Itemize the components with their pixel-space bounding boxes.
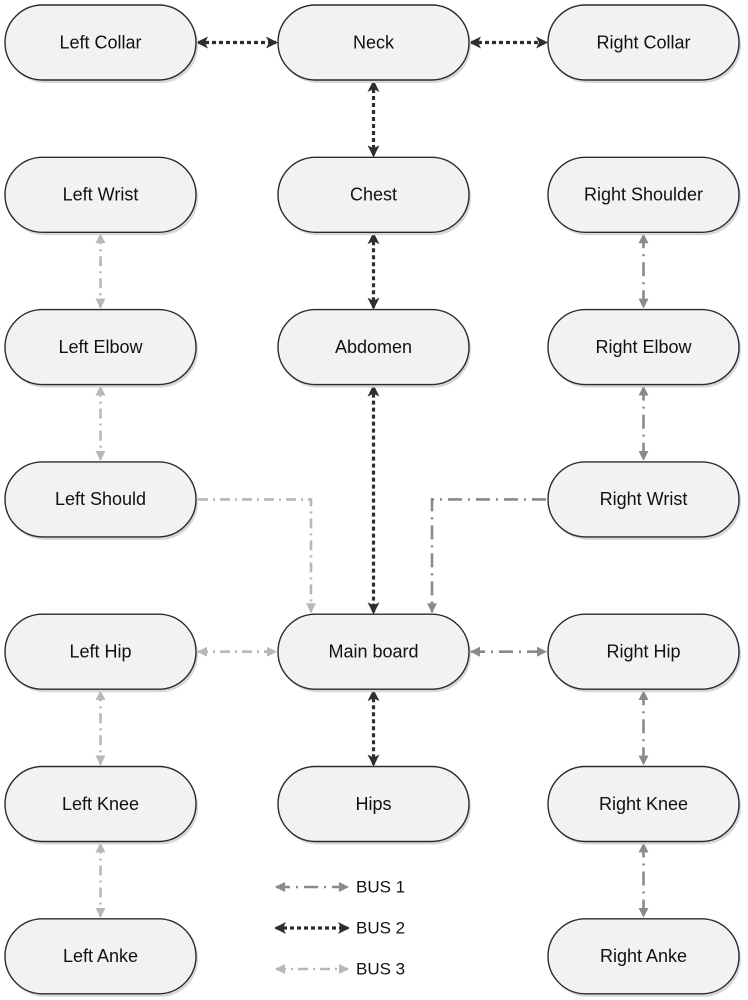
node-right-elbow: Right Elbow bbox=[547, 308, 741, 388]
node-right-collar: Right Collar bbox=[547, 4, 741, 83]
node-label: Left Collar bbox=[59, 32, 141, 52]
node-label: Hips bbox=[355, 794, 391, 814]
node-chest: Chest bbox=[277, 156, 471, 236]
node-right-hip: Right Hip bbox=[547, 613, 741, 693]
legend-item-bus2: BUS 2 bbox=[274, 918, 405, 937]
node-left-hip: Left Hip bbox=[4, 613, 198, 693]
node-right-wrist: Right Wrist bbox=[547, 461, 741, 540]
node-label: Left Wrist bbox=[63, 185, 139, 205]
node-main-board: Main board bbox=[277, 613, 471, 693]
node-label: Right Elbow bbox=[595, 337, 692, 357]
legend-label: BUS 1 bbox=[356, 877, 405, 896]
node-label: Right Anke bbox=[600, 946, 687, 966]
node-left-anke: Left Anke bbox=[4, 918, 198, 997]
connection-right-wrist-to-main-board bbox=[427, 498, 546, 614]
node-abdomen: Abdomen bbox=[277, 308, 471, 388]
node-left-wrist: Left Wrist bbox=[4, 156, 198, 236]
legend-label: BUS 3 bbox=[356, 959, 405, 978]
legend-label: BUS 2 bbox=[356, 918, 405, 937]
node-label: Chest bbox=[350, 185, 397, 205]
node-label: Left Should bbox=[55, 489, 146, 509]
node-label: Left Hip bbox=[69, 641, 131, 661]
node-label: Right Wrist bbox=[600, 489, 688, 509]
node-label: Neck bbox=[353, 32, 395, 52]
node-label: Right Hip bbox=[606, 641, 680, 661]
node-right-anke: Right Anke bbox=[547, 918, 741, 997]
node-label: Left Anke bbox=[63, 946, 138, 966]
legend-item-bus1: BUS 1 bbox=[275, 877, 405, 896]
node-label: Main board bbox=[328, 641, 418, 661]
node-hips: Hips bbox=[277, 765, 471, 845]
bus-topology-diagram: Left Collar Neck Right Collar Left Wrist Che… bbox=[4, 4, 741, 997]
node-label: Right Shoulder bbox=[584, 185, 703, 205]
node-left-knee: Left Knee bbox=[4, 765, 198, 845]
node-label: Left Elbow bbox=[58, 337, 143, 357]
node-label: Right Collar bbox=[596, 32, 690, 52]
node-left-elbow: Left Elbow bbox=[4, 308, 198, 388]
node-left-should: Left Should bbox=[4, 461, 198, 540]
node-label: Left Knee bbox=[62, 794, 139, 814]
node-label: Abdomen bbox=[335, 337, 412, 357]
legend-item-bus3: BUS 3 bbox=[275, 959, 405, 978]
node-left-collar: Left Collar bbox=[4, 4, 198, 83]
node-right-knee: Right Knee bbox=[547, 765, 741, 845]
connection-left-should-to-main-board bbox=[198, 498, 316, 614]
node-right-shoulder: Right Shoulder bbox=[547, 156, 741, 236]
node-label: Right Knee bbox=[599, 794, 688, 814]
legend: BUS 1 BUS 2 BUS 3 bbox=[274, 877, 405, 978]
node-neck: Neck bbox=[277, 4, 471, 83]
